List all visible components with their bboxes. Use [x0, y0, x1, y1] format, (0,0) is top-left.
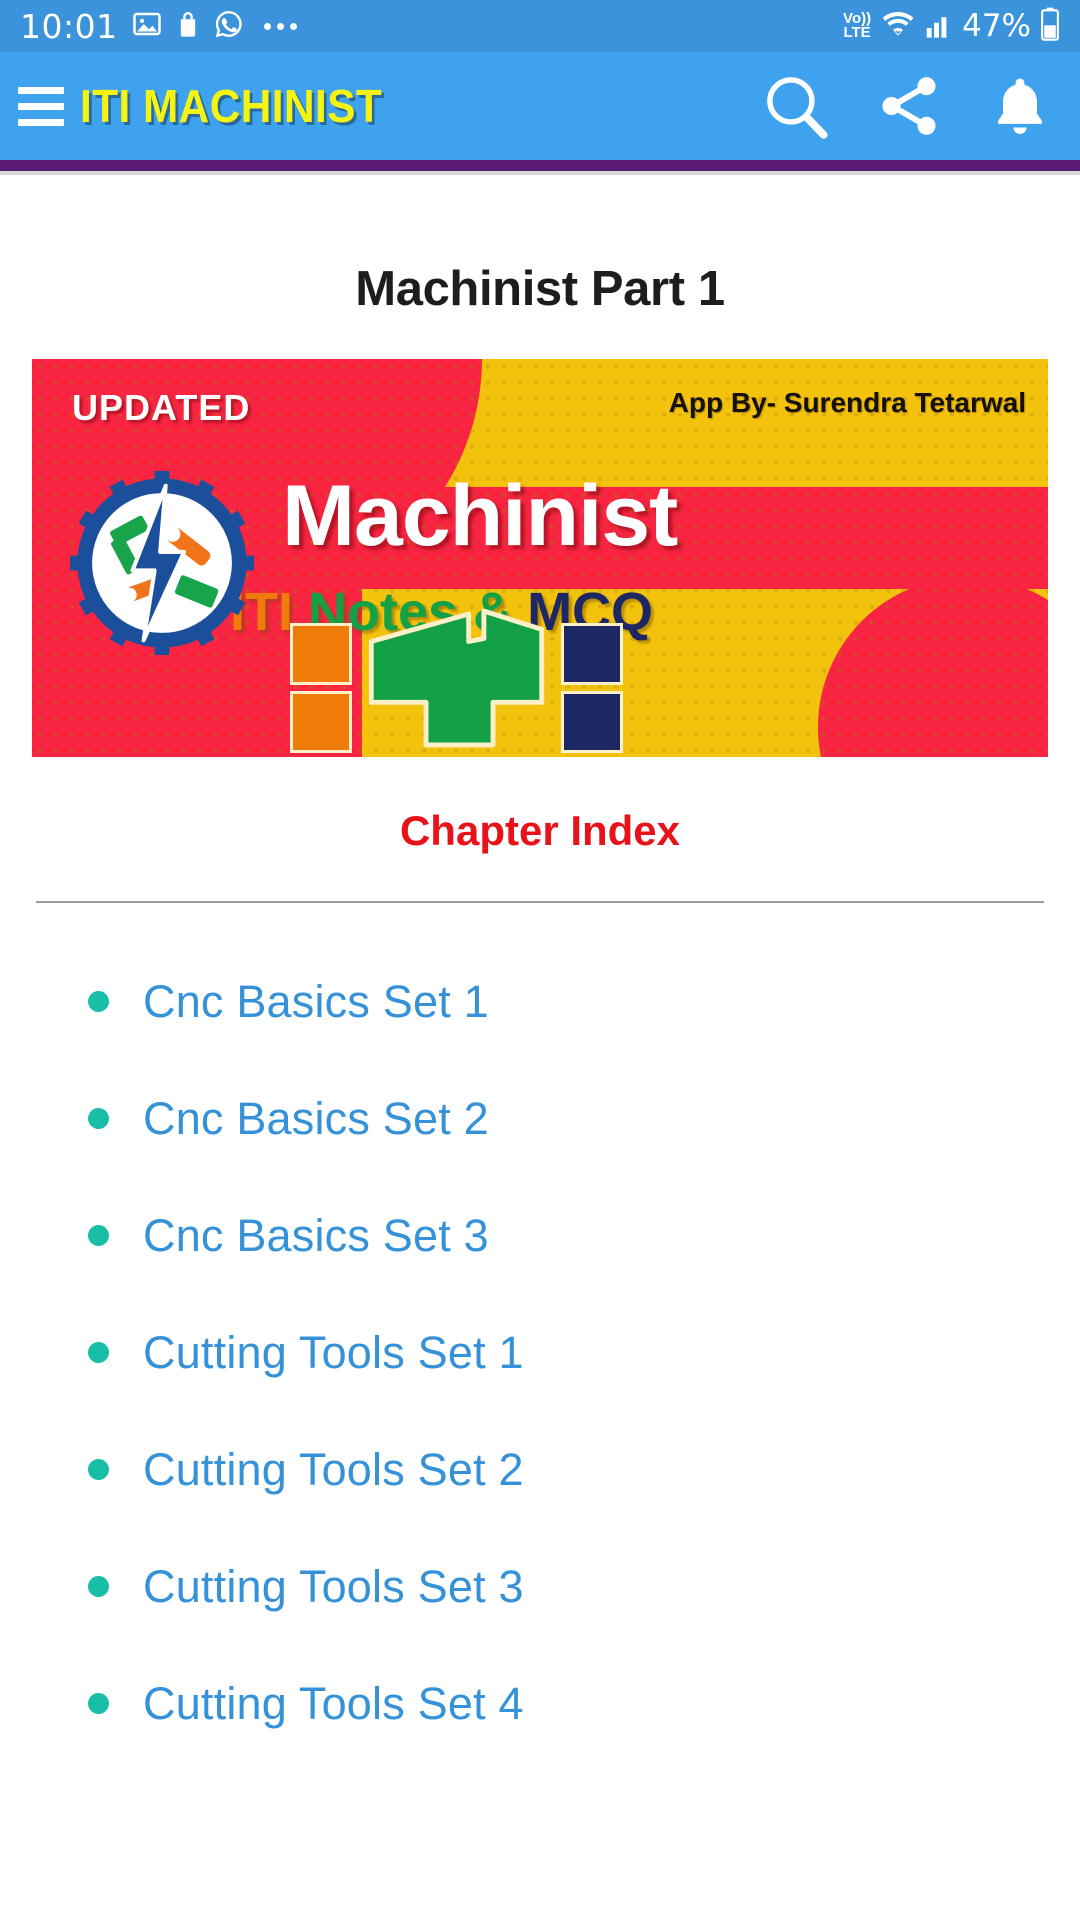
chapter-link[interactable]: Cutting Tools Set 1 — [143, 1327, 524, 1379]
navy-block — [561, 623, 623, 685]
bullet-icon — [88, 1576, 109, 1597]
section-heading: Chapter Index — [399, 807, 681, 854]
battery-percent-label: 47% — [962, 8, 1031, 44]
chapter-link[interactable]: Cutting Tools Set 4 — [143, 1678, 524, 1730]
iti-letter-i-left — [290, 623, 352, 753]
shopping-bag-icon — [176, 9, 200, 44]
accent-divider — [0, 160, 1080, 171]
section-divider — [36, 901, 1044, 903]
status-bar-left: 10:01 — [20, 7, 843, 46]
iti-gear-tools-logo — [70, 471, 254, 655]
iti-letter-i-right — [561, 623, 623, 753]
list-item[interactable]: Cnc Basics Set 3 — [0, 1177, 1080, 1294]
list-item[interactable]: Cutting Tools Set 2 — [0, 1411, 1080, 1528]
volte-label-bottom: LTE — [843, 24, 871, 41]
volte-icon: Vo)) LTE — [843, 11, 871, 41]
list-item[interactable]: Cutting Tools Set 1 — [0, 1294, 1080, 1411]
chapter-link[interactable]: Cutting Tools Set 3 — [143, 1561, 524, 1613]
more-dots-icon — [263, 22, 297, 30]
chapter-list: Cnc Basics Set 1 Cnc Basics Set 2 Cnc Ba… — [0, 943, 1080, 1762]
hamburger-menu-icon[interactable] — [18, 86, 64, 126]
page-content: Machinist Part 1 UPDATED App By- Surendr… — [0, 175, 1080, 1762]
bullet-icon — [88, 1459, 109, 1480]
share-icon[interactable] — [874, 71, 944, 141]
page-title: Machinist Part 1 — [355, 262, 725, 316]
app-title: ITI MACHINIST — [80, 80, 383, 132]
notification-bell-icon[interactable] — [986, 72, 1054, 140]
banner-headline: Machinist — [282, 468, 678, 564]
bullet-icon — [88, 1342, 109, 1363]
bullet-icon — [88, 1108, 109, 1129]
bullet-icon — [88, 1225, 109, 1246]
iti-block-letters — [290, 605, 623, 753]
banner-red-right-circle — [818, 577, 1048, 757]
list-item[interactable]: Cnc Basics Set 2 — [0, 1060, 1080, 1177]
status-time: 10:01 — [20, 6, 118, 46]
bullet-icon — [88, 1693, 109, 1714]
list-item[interactable]: Cnc Basics Set 1 — [0, 943, 1080, 1060]
status-bar-right: Vo)) LTE 47% — [843, 7, 1060, 46]
list-item[interactable]: Cutting Tools Set 4 — [0, 1645, 1080, 1762]
chapter-link[interactable]: Cnc Basics Set 1 — [143, 976, 489, 1028]
updated-badge: UPDATED — [72, 387, 251, 428]
app-credit-label: App By- Surendra Tetarwal — [668, 387, 1026, 418]
gallery-icon — [132, 9, 162, 44]
orange-block — [290, 691, 352, 753]
bullet-icon — [88, 991, 109, 1012]
app-bar: ITI MACHINIST — [0, 52, 1080, 160]
app-bar-actions — [760, 70, 1054, 142]
course-banner: UPDATED App By- Surendra Tetarwal Machin… — [32, 359, 1048, 757]
chapter-link[interactable]: Cutting Tools Set 2 — [143, 1444, 524, 1496]
status-bar: 10:01 Vo)) LTE 47% — [0, 0, 1080, 52]
battery-icon — [1040, 7, 1060, 46]
wifi-icon — [880, 9, 916, 44]
signal-icon — [925, 9, 953, 44]
navy-block — [561, 691, 623, 753]
chapter-link[interactable]: Cnc Basics Set 2 — [143, 1093, 489, 1145]
orange-block — [290, 623, 352, 685]
iti-letter-t — [364, 608, 549, 753]
whatsapp-icon — [214, 9, 244, 44]
list-item[interactable]: Cutting Tools Set 3 — [0, 1528, 1080, 1645]
search-icon[interactable] — [760, 70, 832, 142]
chapter-link[interactable]: Cnc Basics Set 3 — [143, 1210, 489, 1262]
